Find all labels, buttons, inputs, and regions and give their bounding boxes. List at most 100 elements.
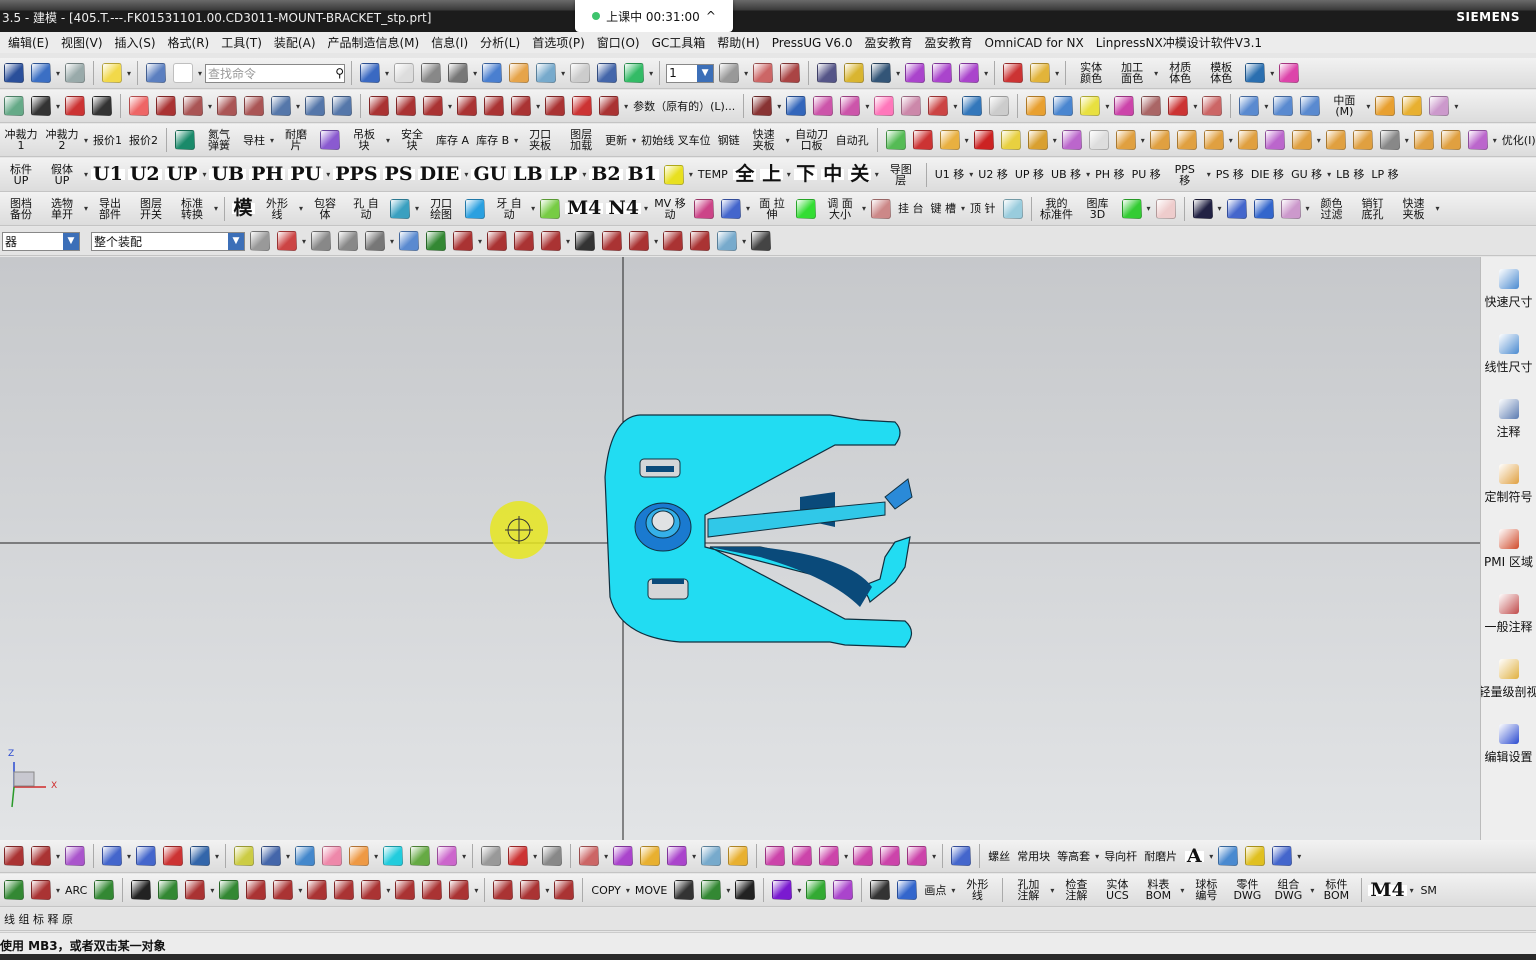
display-button[interactable]	[100, 60, 124, 86]
blend4-button[interactable]	[851, 843, 875, 869]
dropdown-arrow-icon[interactable]: ▼	[228, 232, 244, 250]
toolbar-button[interactable]: 螺丝	[986, 843, 1012, 869]
undo-button[interactable]	[29, 60, 53, 86]
dropdown-arrow-icon[interactable]: ▾	[531, 204, 535, 213]
menu-item[interactable]: LinpressNX冲模设计软件V3.1	[1096, 34, 1262, 51]
body1-button[interactable]	[1114, 127, 1138, 153]
toolbar-button[interactable]: 孔加 注解	[1009, 877, 1047, 903]
chamfer-curve-button[interactable]	[455, 93, 479, 119]
dropdown-arrow-icon[interactable]: ▾	[1297, 852, 1301, 861]
dropdown-arrow-icon[interactable]: ▾	[415, 204, 419, 213]
view-button[interactable]	[363, 228, 387, 254]
sketch-button[interactable]	[127, 93, 151, 119]
snap-on-curve-button[interactable]	[688, 228, 712, 254]
menu-item[interactable]: 首选项(P)	[532, 34, 585, 51]
toolbar-button[interactable]: 假体 UP	[43, 162, 81, 188]
bin-button[interactable]	[1026, 127, 1050, 153]
dropdown-arrow-icon[interactable]: ▾	[374, 852, 378, 861]
drawer-button[interactable]	[1216, 843, 1240, 869]
dropdown-arrow-icon[interactable]: ▾	[561, 69, 565, 78]
arch-button[interactable]	[92, 877, 116, 903]
curvature-button[interactable]	[320, 843, 344, 869]
dropdown-arrow-icon[interactable]: ▾	[533, 852, 537, 861]
solid-button[interactable]	[1271, 93, 1295, 119]
toolbar-button[interactable]: PU	[288, 162, 324, 188]
toolbar-button[interactable]: M4	[565, 196, 604, 222]
filter-button[interactable]	[248, 228, 272, 254]
dropdown-arrow-icon[interactable]: ▾	[464, 170, 468, 179]
toolbar-button[interactable]: 中	[821, 162, 845, 188]
dropdown-arrow-icon[interactable]: ▾	[953, 102, 957, 111]
dropdown-arrow-icon[interactable]: ▾	[604, 852, 608, 861]
toolbar-button[interactable]: U1	[91, 162, 125, 188]
toolbar-button[interactable]: 包容 体	[306, 196, 344, 222]
thicken-button[interactable]	[1373, 93, 1397, 119]
mirror-button[interactable]	[869, 60, 893, 86]
magic-button[interactable]	[570, 93, 594, 119]
dropdown-arrow-icon[interactable]: ▾	[1264, 102, 1268, 111]
dropdown-arrow-icon[interactable]: ▾	[632, 136, 636, 145]
toolbar-button[interactable]: 耐磨片	[1142, 843, 1179, 869]
snap-mid-button[interactable]	[485, 228, 509, 254]
toolbar-button[interactable]: 中面(M)	[1325, 93, 1363, 119]
toolbar-button[interactable]: 优化(I)	[1500, 127, 1536, 153]
toolbar-button[interactable]: 标件 BOM	[1317, 877, 1355, 903]
toolbar-button[interactable]: 材质 体色	[1161, 60, 1199, 86]
line4-button[interactable]	[217, 877, 241, 903]
stack-button[interactable]	[938, 127, 962, 153]
color-map-button[interactable]	[435, 843, 459, 869]
toolbar-button[interactable]: LB	[511, 162, 545, 188]
dropdown-arrow-icon[interactable]: ▾	[896, 69, 900, 78]
blank-button[interactable]	[568, 60, 592, 86]
folder-button[interactable]	[507, 60, 531, 86]
toolbar-button[interactable]: PS 移	[1214, 162, 1246, 188]
face-button[interactable]	[1298, 93, 1322, 119]
bend-button[interactable]	[1427, 93, 1451, 119]
toolbar-button[interactable]: U2	[127, 162, 162, 188]
menu-item[interactable]: PressUG V6.0	[772, 36, 853, 50]
section-button[interactable]	[303, 93, 327, 119]
toolbar-button[interactable]: 模板 体色	[1202, 60, 1240, 86]
class-timer-popup[interactable]: 上课中 00:31:00 ^	[575, 0, 733, 32]
body2-button[interactable]	[1148, 127, 1172, 153]
toolbar-button[interactable]: MOVE	[633, 877, 669, 903]
plane-face-button[interactable]	[872, 93, 896, 119]
dropdown-arrow-icon[interactable]: ▾	[536, 102, 540, 111]
toolbar-button[interactable]: ARC	[63, 877, 89, 903]
toolbar-button[interactable]: 氮气 弹簧	[200, 127, 238, 153]
toolbar-button[interactable]: 键 槽	[928, 196, 958, 222]
toolbar-button[interactable]: 等高套	[1055, 843, 1092, 869]
smooth-button[interactable]	[597, 93, 621, 119]
patch-button[interactable]	[926, 93, 950, 119]
menu-item[interactable]: 窗口(O)	[597, 34, 640, 51]
toolbar-button[interactable]: PS	[382, 162, 415, 188]
reflect-button[interactable]	[408, 843, 432, 869]
dropdown-arrow-icon[interactable]: ▾	[626, 886, 630, 895]
dropdown-arrow-icon[interactable]: ▾	[1193, 102, 1197, 111]
model-view[interactable]	[0, 257, 1480, 840]
pmi-tool-4[interactable]: PMI 区域	[1481, 517, 1536, 582]
toolbar-button[interactable]: UB 移	[1049, 162, 1083, 188]
dropdown-arrow-icon[interactable]: ▾	[296, 102, 300, 111]
toolbar-button[interactable]: 下	[794, 162, 818, 188]
ruler2-button[interactable]	[161, 843, 185, 869]
toolbar-button[interactable]: N4	[606, 196, 641, 222]
pad-button[interactable]	[869, 196, 893, 222]
analysis-button[interactable]	[188, 843, 212, 869]
grid-surface-button[interactable]	[899, 93, 923, 119]
toolbar-button[interactable]: 球标 编号	[1187, 877, 1225, 903]
pattern-button[interactable]	[699, 877, 723, 903]
die2-button[interactable]	[611, 843, 635, 869]
dropdown-arrow-icon[interactable]: ▾	[448, 102, 452, 111]
blend6-button[interactable]	[905, 843, 929, 869]
pmi-tool-3[interactable]: 定制符号	[1481, 452, 1536, 517]
dropdown-arrow-icon[interactable]: ▾	[965, 136, 969, 145]
split-button[interactable]	[394, 93, 418, 119]
toolbar-button[interactable]: M4	[1368, 877, 1407, 903]
pmi-tool-0[interactable]: 快速尺寸	[1481, 257, 1536, 322]
toolbar-button[interactable]: U1 移	[933, 162, 967, 188]
shell-button[interactable]	[1237, 93, 1261, 119]
toolbar-button[interactable]: 料表 BOM	[1139, 877, 1177, 903]
toolbar-button[interactable]: 实体 UCS	[1098, 877, 1136, 903]
dropdown-arrow-icon[interactable]: ▼	[63, 232, 79, 250]
